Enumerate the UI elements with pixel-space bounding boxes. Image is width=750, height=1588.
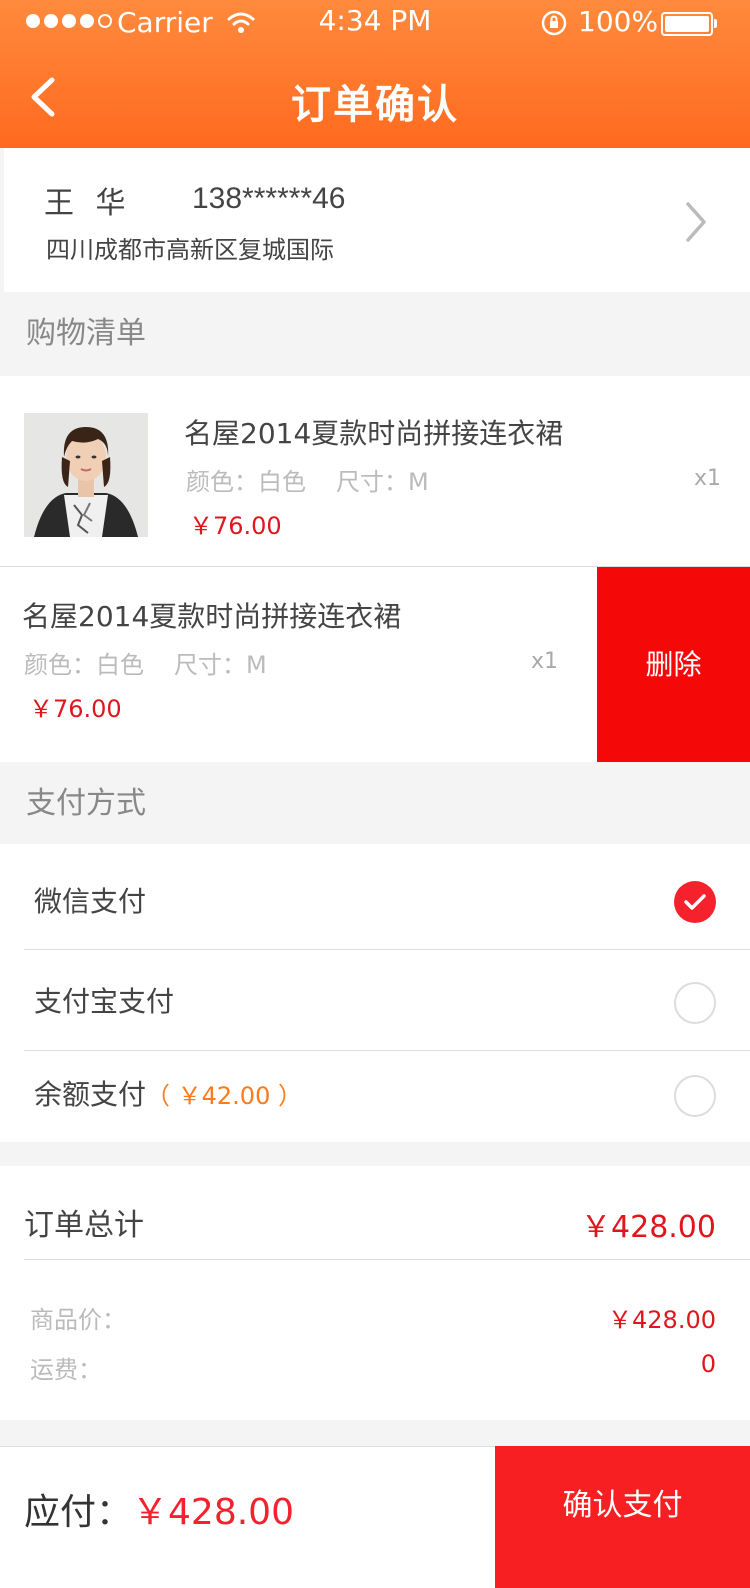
payment-options: 微信支付 支付宝支付 余额支付（ ￥42.00 ）	[0, 844, 750, 1142]
shipping-address-card[interactable]: 王 华 138******46 四川成都市高新区复城国际	[4, 148, 750, 292]
navigation-bar: 订单确认	[0, 46, 750, 148]
product-color: 颜色：白色	[186, 468, 306, 496]
rotation-lock-icon	[541, 10, 567, 36]
confirm-payment-button[interactable]: 确认支付	[495, 1446, 750, 1588]
goods-price-row: 商品价： ￥428.00	[30, 1300, 716, 1335]
payment-option-balance[interactable]: 余额支付（ ￥42.00 ）	[24, 1051, 750, 1142]
battery-percentage: 100%	[578, 5, 659, 38]
payable-label: 应付：	[24, 1492, 133, 1533]
shopping-list-header: 购物清单	[0, 292, 750, 376]
order-summary: 订单总计 ￥428.00 商品价： ￥428.00 运费： 0	[0, 1166, 750, 1420]
list-item[interactable]: 名屋2014夏款时尚拼接连衣裙 颜色：白色 尺寸：M ￥76.00 x1	[0, 376, 750, 566]
status-bar: Carrier 4:34 PM 100%	[0, 0, 750, 46]
shipping-fee-label: 运费：	[30, 1356, 102, 1384]
product-size: 尺寸：M	[174, 651, 267, 679]
product-color: 颜色：白色	[24, 651, 144, 679]
recipient-name: 王 华	[44, 186, 132, 221]
payment-option-label: 微信支付	[34, 885, 147, 918]
goods-price-value: ￥428.00	[608, 1306, 716, 1334]
radio-unchecked-icon[interactable]	[674, 982, 716, 1024]
chevron-right-icon	[686, 202, 706, 242]
product-quantity: x1	[531, 649, 559, 674]
product-spec: 颜色：白色 尺寸：M	[186, 462, 429, 497]
list-item-swiped[interactable]: 名屋2014夏款时尚拼接连衣裙 颜色：白色 尺寸：M ￥76.00 x1 删除	[0, 566, 750, 762]
order-total-row: 订单总计 ￥428.00	[24, 1166, 750, 1260]
payable-amount: 应付：￥428.00	[24, 1483, 294, 1535]
recipient-phone: 138******46	[192, 182, 346, 215]
product-price: ￥76.00	[29, 695, 122, 723]
product-size: 尺寸：M	[336, 468, 429, 496]
balance-amount: （ ￥42.00 ）	[146, 1082, 302, 1110]
delete-button[interactable]: 删除	[597, 567, 750, 762]
battery-icon	[661, 12, 717, 36]
address-detail: 四川成都市高新区复城国际	[46, 236, 334, 264]
product-quantity: x1	[694, 466, 722, 491]
product-thumbnail	[24, 413, 148, 537]
radio-unchecked-icon[interactable]	[674, 1075, 716, 1117]
shipping-fee-value: 0	[700, 1350, 716, 1378]
product-name: 名屋2014夏款时尚拼接连衣裙	[184, 417, 564, 450]
payable-value: ￥428.00	[132, 1492, 294, 1533]
payment-option-wechat[interactable]: 微信支付	[24, 844, 750, 950]
goods-price-label: 商品价：	[30, 1306, 126, 1334]
payment-option-label: 余额支付（ ￥42.00 ）	[34, 1078, 302, 1111]
payment-option-label: 支付宝支付	[34, 985, 175, 1018]
order-total-label: 订单总计	[24, 1208, 144, 1243]
top-header: Carrier 4:34 PM 100% 订单确认	[0, 0, 750, 148]
product-name: 名屋2014夏款时尚拼接连衣裙	[22, 600, 402, 633]
payment-method-header: 支付方式	[0, 762, 750, 846]
product-price: ￥76.00	[189, 512, 282, 540]
page-title: 订单确认	[291, 82, 459, 128]
payment-option-alipay[interactable]: 支付宝支付	[24, 950, 750, 1051]
order-total-value: ￥428.00	[581, 1210, 716, 1245]
checkout-bar: 应付：￥428.00 确认支付	[0, 1446, 750, 1588]
shipping-fee-row: 运费： 0	[30, 1350, 716, 1385]
product-spec: 颜色：白色 尺寸：M	[24, 645, 267, 680]
radio-checked-icon[interactable]	[674, 881, 716, 923]
